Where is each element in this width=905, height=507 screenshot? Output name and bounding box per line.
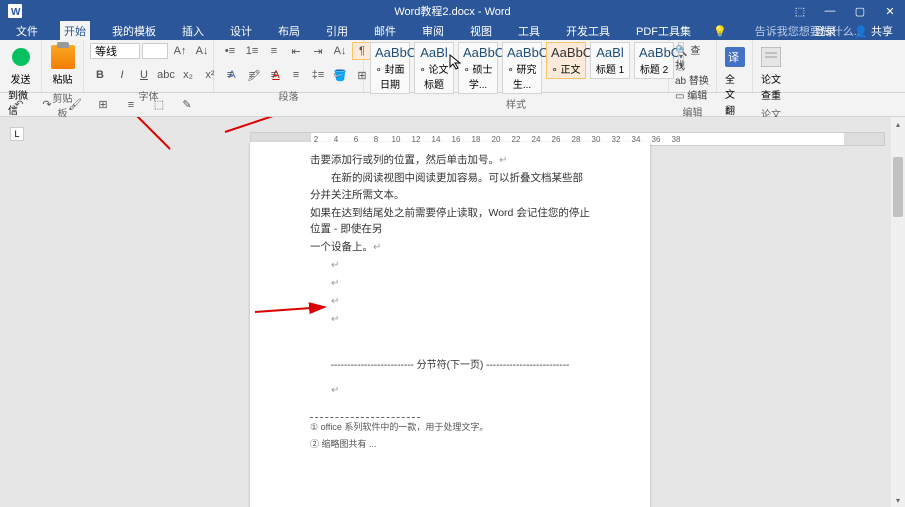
menu-review[interactable]: 审阅 bbox=[418, 21, 448, 41]
italic-button[interactable]: I bbox=[112, 66, 132, 84]
paste-label: 粘贴 bbox=[53, 71, 73, 86]
bold-button[interactable]: B bbox=[90, 66, 110, 84]
style-cover-date[interactable]: AaBbCc∘ 封面日期 bbox=[370, 42, 410, 94]
increase-font-button[interactable]: A↑ bbox=[170, 42, 190, 60]
bullets-button[interactable]: •≡ bbox=[220, 42, 240, 60]
menubar: 文件 开始 我的模板 插入 设计 布局 引用 邮件 审阅 视图 工具 开发工具 … bbox=[0, 22, 905, 40]
thesis-check-button[interactable]: 论文 查重 bbox=[759, 42, 783, 104]
annotation-arrow-1 bbox=[60, 117, 180, 162]
document-title: Word教程2.docx - Word bbox=[394, 3, 510, 19]
select-button[interactable]: ▭ 编辑 bbox=[675, 87, 710, 102]
translate-icon: 译 bbox=[722, 44, 748, 70]
font-name-input[interactable] bbox=[90, 43, 140, 59]
menu-developer[interactable]: 开发工具 bbox=[562, 21, 614, 41]
paragraph-group-label: 段落 bbox=[220, 88, 357, 103]
menu-pdftools[interactable]: PDF工具集 bbox=[632, 21, 695, 41]
menu-references[interactable]: 引用 bbox=[322, 21, 352, 41]
minimize-button[interactable]: — bbox=[815, 0, 845, 22]
send-label: 发送 bbox=[11, 71, 31, 86]
style-graduate[interactable]: AaBbCc∘ 研究生... bbox=[502, 42, 542, 94]
sort-button[interactable]: A↓ bbox=[330, 42, 350, 60]
find-button[interactable]: 🔍 查找 bbox=[675, 42, 710, 72]
menu-view[interactable]: 视图 bbox=[466, 21, 496, 41]
font-group-label: 字体 bbox=[90, 88, 207, 103]
subscript-button[interactable]: x₂ bbox=[178, 66, 198, 84]
decrease-font-button[interactable]: A↓ bbox=[192, 42, 212, 60]
tab-selector[interactable]: L bbox=[10, 127, 24, 141]
section-break-marker: ------------------------- 分节符(下一页) -----… bbox=[310, 358, 590, 374]
vertical-scrollbar[interactable]: ▴ ▾ bbox=[891, 117, 905, 507]
menu-template[interactable]: 我的模板 bbox=[108, 21, 160, 41]
footnote-1: ① office 系列软件中的一款，用于处理文字。 bbox=[310, 420, 590, 434]
increase-indent-button[interactable]: ⇥ bbox=[308, 42, 328, 60]
doc-text: 一个设备上。 bbox=[310, 241, 373, 253]
justify-button[interactable]: ≡ bbox=[286, 66, 306, 84]
style-heading1[interactable]: AaBl标题 1 bbox=[590, 42, 630, 79]
menu-insert[interactable]: 插入 bbox=[178, 21, 208, 41]
shading-button[interactable]: 🪣 bbox=[330, 66, 350, 84]
decrease-indent-button[interactable]: ⇤ bbox=[286, 42, 306, 60]
doc-text: 如果在达到结尾处之前需要停止读取，Word 会记住您的停止位置 - 即使在另 bbox=[310, 207, 590, 236]
close-button[interactable]: ✕ bbox=[875, 0, 905, 22]
doc-text: 击要添加行或列的位置，然后单击加号。 bbox=[310, 154, 499, 166]
ribbon: 发送 到微信 文件传输 粘贴 剪贴板 A↑ A↓ B I U abc x₂ bbox=[0, 40, 905, 93]
paste-button[interactable]: 粘贴 bbox=[48, 42, 77, 88]
svg-text:W: W bbox=[11, 7, 21, 18]
scroll-down-arrow[interactable]: ▾ bbox=[891, 493, 905, 507]
document-workspace: L 2468101214161820222426283032343638 击要添… bbox=[0, 117, 905, 507]
align-right-button[interactable]: ≡ bbox=[264, 66, 284, 84]
ribbon-display-options[interactable]: ⬚ bbox=[785, 0, 815, 22]
align-center-button[interactable]: ≡ bbox=[242, 66, 262, 84]
menu-mailings[interactable]: 邮件 bbox=[370, 21, 400, 41]
menu-home[interactable]: 开始 bbox=[60, 21, 90, 41]
login-button[interactable]: 登录 bbox=[810, 21, 840, 41]
send-wechat-button[interactable]: 发送 到微信 bbox=[6, 42, 35, 119]
clipboard-icon bbox=[50, 44, 76, 70]
numbering-button[interactable]: 1≡ bbox=[242, 42, 262, 60]
document-page-1[interactable]: 击要添加行或列的位置，然后单击加号。↵ 在新的阅读视图中阅读更加容易。可以折叠文… bbox=[250, 142, 650, 507]
send-label2: 到微信 bbox=[8, 87, 33, 117]
word-icon: W bbox=[0, 4, 30, 18]
style-heading2[interactable]: AaBbC标题 2 bbox=[634, 42, 674, 79]
titlebar: W Word教程2.docx - Word ⬚ — ▢ ✕ bbox=[0, 0, 905, 22]
multilevel-button[interactable]: ≡ bbox=[264, 42, 284, 60]
footnote-separator bbox=[310, 417, 420, 418]
style-thesis-title[interactable]: AaBl∘ 论文标题 bbox=[414, 42, 454, 94]
replace-button[interactable]: ab 替换 bbox=[675, 72, 710, 87]
footnote-2: ② 缩略图共有 ... bbox=[310, 437, 590, 451]
thesis-icon bbox=[758, 44, 784, 70]
scroll-up-arrow[interactable]: ▴ bbox=[891, 117, 905, 131]
share-button[interactable]: 👤 共享 bbox=[850, 21, 897, 41]
font-size-input[interactable] bbox=[142, 43, 168, 59]
menu-file[interactable]: 文件 bbox=[12, 21, 42, 41]
clipboard-label: 剪贴板 bbox=[48, 90, 77, 120]
style-normal[interactable]: AaBbCcDd∘ 正文 bbox=[546, 42, 586, 79]
svg-text:译: 译 bbox=[728, 51, 739, 64]
menu-design[interactable]: 设计 bbox=[226, 21, 256, 41]
strikethrough-button[interactable]: abc bbox=[156, 66, 176, 84]
line-spacing-button[interactable]: ‡≡ bbox=[308, 66, 328, 84]
menu-tools[interactable]: 工具 bbox=[514, 21, 544, 41]
menu-layout[interactable]: 布局 bbox=[274, 21, 304, 41]
doc-text: 在新的阅读视图中阅读更加容易。可以折叠文档某些部分并关注所需文本。 bbox=[310, 172, 583, 201]
underline-button[interactable]: U bbox=[134, 66, 154, 84]
lightbulb-icon: 💡 bbox=[713, 25, 727, 38]
styles-group-label: 样式 bbox=[370, 96, 662, 111]
wechat-icon bbox=[8, 44, 34, 70]
align-left-button[interactable]: ≡ bbox=[220, 66, 240, 84]
scroll-thumb[interactable] bbox=[893, 157, 903, 217]
maximize-button[interactable]: ▢ bbox=[845, 0, 875, 22]
style-master[interactable]: AaBbCc∘ 硕士学... bbox=[458, 42, 498, 94]
